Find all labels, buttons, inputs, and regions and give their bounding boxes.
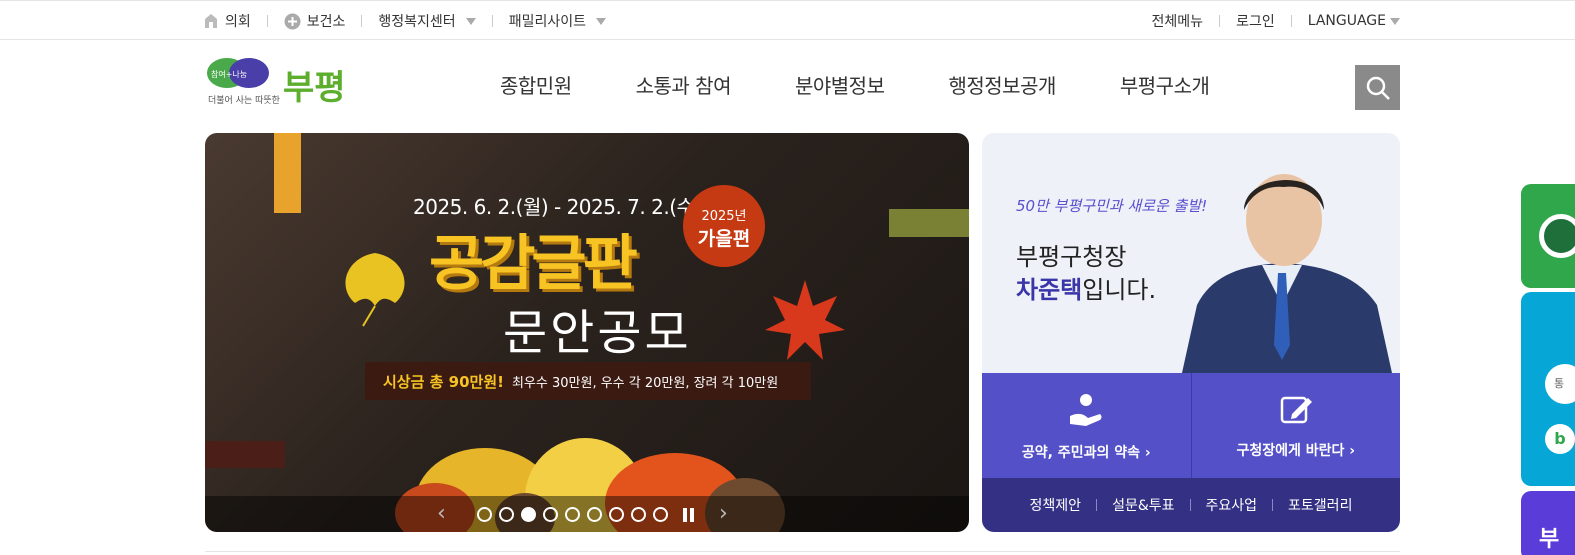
divider — [266, 15, 268, 27]
quick-tab-blue[interactable]: 통 b — [1521, 292, 1575, 486]
badge-year: 2025년 — [701, 209, 747, 224]
slide-dot[interactable] — [543, 507, 558, 522]
language-label: LANGUAGE — [1307, 13, 1386, 29]
badge-season: 가을편 — [697, 228, 751, 250]
quick-tab-purple[interactable]: 부 — [1521, 491, 1575, 555]
pledge-label: 공약, 주민과의 약속 › — [1022, 442, 1151, 462]
health-center-link[interactable]: 보건소 — [284, 11, 346, 31]
main-navigation: 종합민원 소통과 참여 분야별정보 행정정보공개 부평구소개 — [500, 70, 1273, 99]
mayor-title: 부평구청장 — [1016, 243, 1127, 271]
mayor-photo — [1182, 174, 1392, 373]
ginkgo-leaf-icon — [345, 253, 405, 327]
health-center-label: 보건소 — [306, 14, 346, 30]
council-label: 의회 — [225, 14, 251, 30]
pledge-hand-icon — [1070, 393, 1102, 426]
banner-title: 공감글판 — [429, 229, 638, 299]
family-site-dropdown[interactable]: 패밀리사이트 — [509, 11, 606, 31]
petition-text: 구청장에게 바란다 — [1236, 442, 1345, 459]
nav-item-admin-disclosure[interactable]: 행정정보공개 — [948, 70, 1056, 99]
utility-left: 의회 보건소 행정복지센터 패밀리사이트 — [203, 1, 606, 41]
mayor-action-buttons: 공약, 주민과의 약속 › 구청장에게 바란다 › — [982, 373, 1400, 478]
logo-slogan-top: 참여+나눔 — [211, 69, 247, 79]
mayor-name: 차준택 — [1016, 276, 1083, 304]
pledge-button[interactable]: 공약, 주민과의 약속 › — [982, 373, 1191, 478]
slide-dot[interactable] — [477, 507, 492, 522]
divider — [205, 551, 1400, 552]
decor-bar — [274, 133, 301, 213]
divider — [361, 15, 363, 27]
slide-pagination — [477, 507, 694, 522]
mayor-card: 50만 부평구민과 새로운 출발! 부평구청장 차준택입니다. 공약, 주민과의… — [982, 133, 1400, 532]
divider — [1096, 499, 1098, 511]
admin-center-dropdown[interactable]: 행정복지센터 — [378, 11, 476, 31]
caret-down-icon — [595, 17, 606, 25]
prev-slide-button[interactable]: ‹ — [437, 501, 446, 526]
petition-label: 구청장에게 바란다 › — [1236, 440, 1355, 460]
prize-highlight: 시상금 총 90만원! — [383, 372, 504, 391]
slide-dot[interactable] — [653, 507, 668, 522]
divider — [1272, 499, 1274, 511]
utility-bar: 의회 보건소 행정복지센터 패밀리사이트 전체메뉴 로그인 LANGUAGE — [0, 0, 1575, 40]
quick-talk-icon: 통 — [1545, 364, 1575, 404]
mayor-name-suffix: 입니다. — [1082, 276, 1157, 304]
family-site-label: 패밀리사이트 — [508, 14, 586, 30]
divider — [491, 15, 493, 27]
council-link[interactable]: 의회 — [203, 11, 251, 31]
photo-gallery-link[interactable]: 포토갤러리 — [1288, 495, 1352, 515]
slide-dot[interactable] — [521, 507, 536, 522]
utility-right: 전체메뉴 로그인 LANGUAGE — [1152, 1, 1400, 41]
main-projects-link[interactable]: 주요사업 — [1206, 495, 1258, 515]
quick-tab-green[interactable] — [1521, 184, 1575, 288]
plus-circle-icon — [284, 13, 301, 29]
divider — [1219, 15, 1221, 27]
slide-dot[interactable] — [499, 507, 514, 522]
nav-item-about[interactable]: 부평구소개 — [1120, 70, 1210, 99]
decor-bar — [889, 209, 969, 237]
divider — [1290, 15, 1292, 27]
search-icon — [1366, 76, 1390, 100]
quick-emblem-icon — [1539, 214, 1575, 258]
mayor-links: 정책제안 설문&투표 주요사업 포토갤러리 — [982, 478, 1400, 532]
divider — [1189, 499, 1191, 511]
slide-dot[interactable] — [587, 507, 602, 522]
slide-dot[interactable] — [609, 507, 624, 522]
slide-dot[interactable] — [631, 507, 646, 522]
chevron-right-icon: › — [1349, 442, 1356, 459]
nav-item-civil-service[interactable]: 종합민원 — [500, 70, 572, 99]
site-logo[interactable]: 참여+나눔 더불어 사는 따뜻한 부평 — [205, 55, 350, 113]
pause-icon[interactable] — [683, 507, 694, 522]
quick-blog-icon: b — [1545, 424, 1575, 454]
chevron-right-icon: › — [1144, 444, 1151, 461]
mayor-name-line: 차준택입니다. — [1016, 270, 1156, 305]
mayor-slogan: 50만 부평구민과 새로운 출발! — [1016, 197, 1208, 215]
main-banner[interactable]: 2025. 6. 2.(월) - 2025. 7. 2.(수) 공감글판 문안공… — [205, 133, 969, 532]
all-menu-link[interactable]: 전체메뉴 — [1152, 11, 1204, 31]
caret-down-icon — [1390, 17, 1400, 25]
pledge-text: 공약, 주민과의 약속 — [1021, 444, 1140, 461]
prize-bar: 시상금 총 90만원! 최우수 30만원, 우수 각 20만원, 장려 각 10… — [365, 362, 811, 400]
season-badge: 2025년 가을편 — [683, 185, 765, 267]
pen-icon — [1280, 396, 1312, 423]
maple-leaf-icon — [765, 280, 845, 360]
decor-bar — [205, 441, 285, 468]
petition-button[interactable]: 구청장에게 바란다 › — [1190, 373, 1401, 478]
nav-item-communication[interactable]: 소통과 참여 — [636, 70, 732, 99]
prize-detail: 최우수 30만원, 우수 각 20만원, 장려 각 10만원 — [511, 375, 779, 391]
caret-down-icon — [465, 17, 476, 25]
nav-item-field-info[interactable]: 분야별정보 — [795, 70, 885, 99]
council-icon — [205, 14, 217, 28]
policy-proposal-link[interactable]: 정책제안 — [1030, 495, 1082, 515]
admin-center-label: 행정복지센터 — [378, 14, 456, 30]
banner-subtitle: 문안공모 — [503, 305, 692, 361]
login-link[interactable]: 로그인 — [1236, 11, 1275, 31]
search-button[interactable] — [1355, 65, 1400, 110]
survey-vote-link[interactable]: 설문&투표 — [1112, 495, 1174, 515]
language-dropdown[interactable]: LANGUAGE — [1308, 13, 1400, 29]
slide-dot[interactable] — [565, 507, 580, 522]
logo-name: 부평 — [283, 68, 346, 108]
logo-slogan-bottom: 더불어 사는 따뜻한 — [208, 95, 280, 106]
quick-bupyeong-label: 부 — [1539, 527, 1560, 552]
next-slide-button[interactable]: › — [719, 501, 728, 526]
